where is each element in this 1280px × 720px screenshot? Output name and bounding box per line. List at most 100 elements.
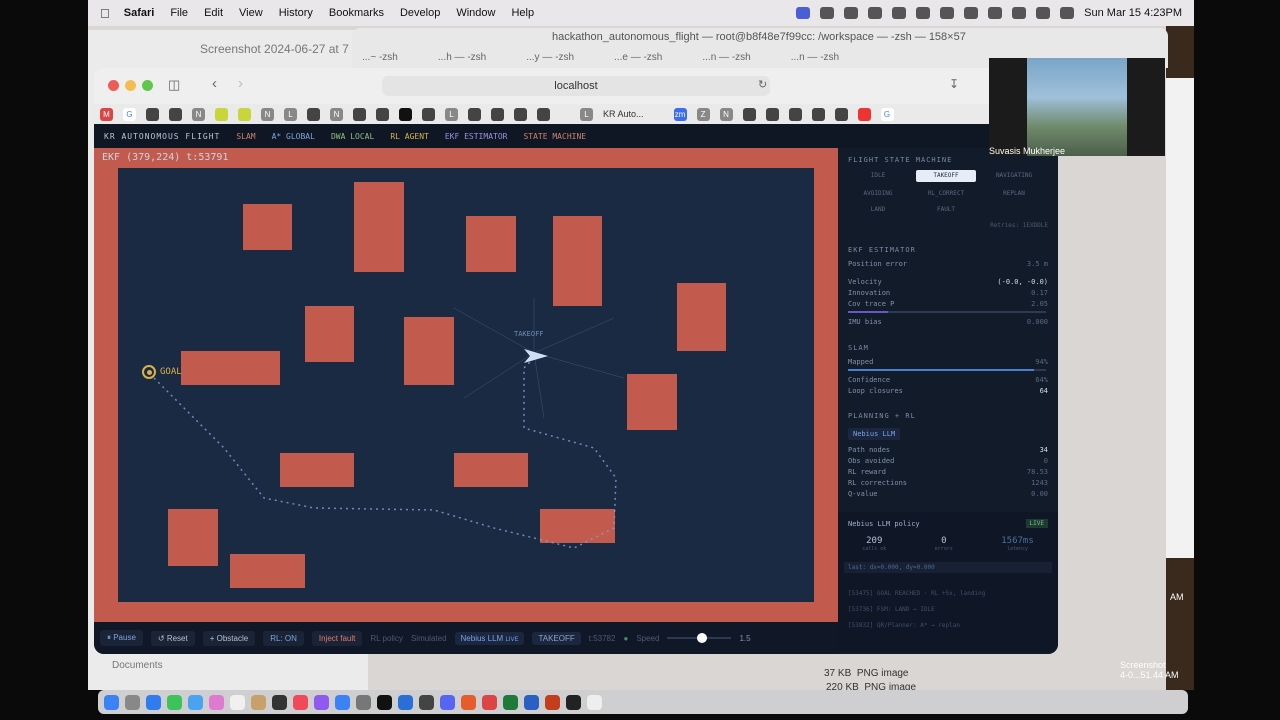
safari-icon[interactable] [146,694,161,710]
state-navigating[interactable]: NAVIGATING [984,170,1044,182]
wifi-icon[interactable] [988,7,1003,19]
notion-icon[interactable]: N [192,107,205,121]
back-icon[interactable]: ‹ [212,75,217,92]
google-icon[interactable]: G [123,107,136,121]
goal-marker[interactable]: GOAL [142,365,182,379]
nebius-llm-toggle[interactable]: Nebius LLM LIVE [454,631,525,645]
bookmark-icon[interactable] [399,107,412,121]
minimize-window-button[interactable] [125,80,136,91]
nav-state-machine[interactable]: STATE MACHINE [523,132,586,141]
notion-icon[interactable]: N [330,107,343,121]
play-icon[interactable] [916,7,931,19]
powerpoint-icon[interactable] [545,694,560,710]
notion-icon[interactable]: N [719,107,733,121]
battery-icon[interactable] [964,7,979,19]
state-fault[interactable]: FAULT [916,204,976,216]
notes-icon[interactable] [251,694,266,710]
reset-button[interactable]: ↺ Reset [150,630,195,646]
github-icon[interactable] [765,107,779,121]
terminal-tab[interactable]: ...n — -zsh [702,52,750,63]
nav-rl-agent[interactable]: RL AGENT [390,132,429,141]
bookmark-icon[interactable] [215,107,228,121]
bookmark-icon[interactable]: Z [696,107,710,121]
messages-icon[interactable] [167,694,182,710]
nav-ekf[interactable]: EKF ESTIMATOR [445,132,508,141]
github-icon[interactable] [788,107,802,121]
state-replan[interactable]: REPLAN [984,188,1044,200]
bookmark-icon[interactable] [742,107,756,121]
terminal-tab[interactable]: ...y — -zsh [526,52,574,63]
photos-icon[interactable] [209,694,224,710]
user-icon[interactable] [892,7,907,19]
app-icon[interactable] [461,694,476,710]
trash-icon[interactable] [587,694,602,710]
youtube-icon[interactable] [857,107,871,121]
state-avoiding[interactable]: AVOIDING [848,188,908,200]
state-land[interactable]: LAND [848,204,908,216]
speed-slider[interactable] [667,633,732,643]
download-icon[interactable]: ↧ [949,77,959,91]
finder-icon[interactable] [104,694,119,710]
menu-help[interactable]: Help [511,7,534,19]
app-icon[interactable] [482,694,497,710]
inject-fault-button[interactable]: Inject fault [311,630,363,646]
state-idle[interactable]: IDLE [848,170,908,182]
terminal-tab[interactable]: ...e — -zsh [614,52,662,63]
word-icon[interactable] [524,694,539,710]
creative-cloud-icon[interactable] [844,7,859,19]
discord-icon[interactable] [440,694,455,710]
close-window-button[interactable] [108,80,119,91]
siri-icon[interactable] [1060,7,1075,19]
tab-label[interactable]: KR Auto... [603,109,644,119]
x-icon[interactable] [566,694,581,710]
github-icon[interactable] [376,107,389,121]
github-icon[interactable] [468,107,481,121]
bookmark-icon[interactable] [307,107,320,121]
rl-policy-label[interactable]: RL policy [370,634,403,643]
github-icon[interactable] [422,107,435,121]
tv-icon[interactable] [272,694,287,710]
download-item[interactable]: 37 KB PNG image [824,668,909,679]
gmail-icon[interactable]: M [100,107,113,121]
nav-astar[interactable]: A* GLOBAL [272,132,315,141]
simulated-label[interactable]: Simulated [411,634,447,643]
calendar-icon[interactable] [230,694,245,710]
cloud-icon[interactable] [820,7,835,19]
bookmark-icon[interactable] [146,107,159,121]
mail-icon[interactable] [188,694,203,710]
music-icon[interactable] [293,694,308,710]
speed-slider-handle[interactable] [697,633,708,643]
github-icon[interactable] [537,107,550,121]
reload-icon[interactable]: ↻ [758,78,767,91]
apple-icon[interactable]:  [100,6,110,21]
search-icon[interactable] [1012,7,1027,19]
sparkle-icon[interactable] [868,7,883,19]
sidebar-icon[interactable]: ◫ [168,77,180,93]
openai-icon[interactable] [811,107,825,121]
terminal-tab[interactable]: ...n — -zsh [791,52,839,63]
openai-icon[interactable] [353,107,366,121]
rl-toggle-button[interactable]: RL: ON [263,630,304,646]
pause-button[interactable]: ⏸ Pause [100,630,143,646]
launchpad-icon[interactable] [125,694,140,710]
app-store-icon[interactable] [335,694,350,710]
drone-icon[interactable] [514,341,554,371]
menu-edit[interactable]: Edit [204,7,223,19]
menu-develop[interactable]: Develop [400,7,440,19]
menu-view[interactable]: View [239,7,263,19]
menu-history[interactable]: History [279,7,313,19]
notion-icon[interactable]: N [261,107,274,121]
forward-icon[interactable]: › [238,75,243,92]
podcasts-icon[interactable] [314,694,329,710]
moon-icon[interactable] [940,7,955,19]
address-bar[interactable]: localhost [382,76,770,96]
app-icon[interactable] [419,694,434,710]
bookmark-icon[interactable]: L [445,107,458,121]
clock[interactable]: Sun Mar 15 4:23PM [1084,7,1182,19]
menu-app-name[interactable]: Safari [124,7,155,19]
desktop-screenshot-file[interactable]: Screenshot 4-0...51.44 AM [1120,660,1179,680]
settings-icon[interactable] [356,694,371,710]
github-icon[interactable] [834,107,848,121]
screen-share-icon[interactable] [796,7,811,19]
documents-label[interactable]: Documents [112,660,163,671]
